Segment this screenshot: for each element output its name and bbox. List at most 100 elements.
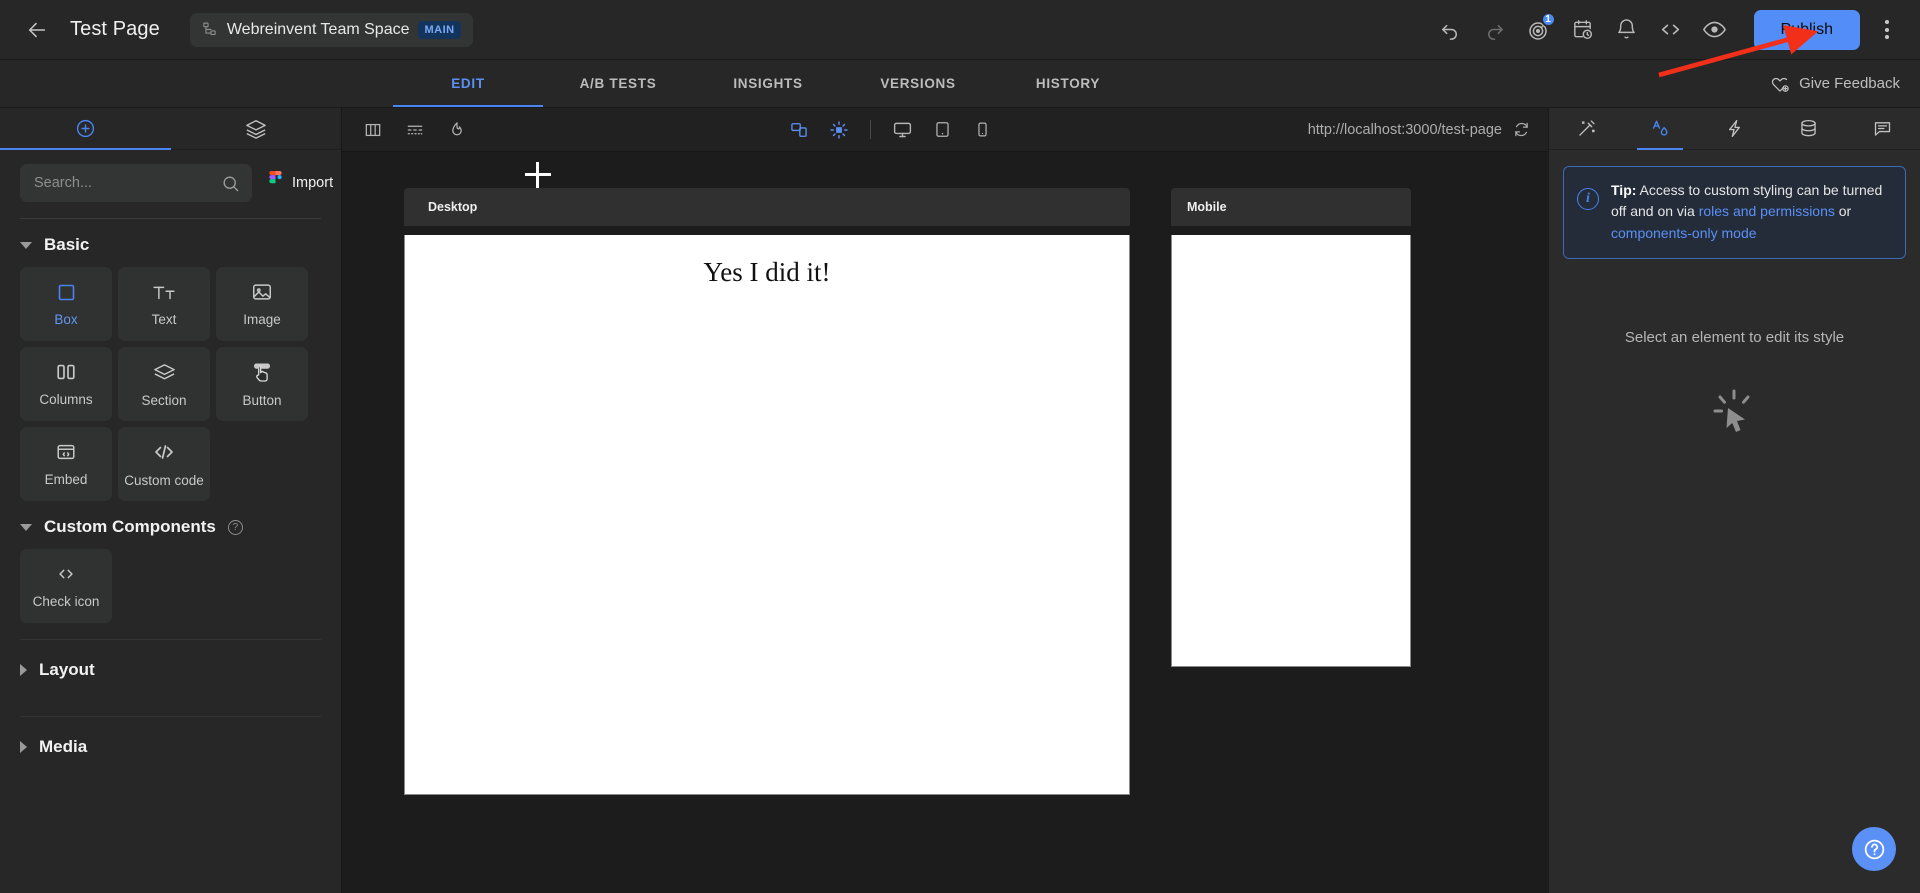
give-feedback-button[interactable]: Give Feedback	[1770, 60, 1900, 107]
refresh-button[interactable]	[1513, 121, 1530, 138]
preview-button[interactable]	[1696, 11, 1734, 49]
search-input[interactable]	[34, 175, 221, 191]
plus-circle-icon	[76, 119, 94, 138]
heatmap-button[interactable]	[440, 115, 474, 145]
canvas-frame-mobile[interactable]: Mobile	[1171, 188, 1411, 667]
columns-layout-button[interactable]	[356, 115, 390, 145]
section-header-layout[interactable]: Layout	[20, 639, 321, 700]
button-click-icon	[254, 363, 270, 382]
main-tab-bar: EDIT A/B TESTS INSIGHTS VERSIONS HISTORY…	[0, 60, 1920, 108]
redo-button[interactable]	[1476, 11, 1514, 49]
section-title-media: Media	[39, 737, 88, 756]
component-label: Columns	[39, 392, 93, 407]
notifications-button[interactable]	[1608, 11, 1646, 49]
roles-permissions-link[interactable]: roles and permissions	[1699, 203, 1835, 219]
desktop-view-button[interactable]	[885, 115, 919, 145]
figma-icon	[269, 171, 282, 184]
component-label: Image	[243, 312, 281, 327]
mobile-icon	[978, 122, 987, 137]
add-elements-tab[interactable]	[0, 108, 171, 150]
component-label: Button	[242, 393, 282, 408]
layers-tab[interactable]	[171, 108, 342, 149]
search-row: Import	[0, 150, 341, 214]
image-icon	[253, 284, 271, 300]
component-tile-section[interactable]: Section	[118, 347, 210, 421]
comments-tab[interactable]	[1846, 108, 1920, 149]
responsive-focus-button[interactable]	[822, 115, 856, 145]
tip-body-2: or	[1834, 203, 1852, 220]
canvas-region: http://localhost:3000/test-page Desktop …	[342, 108, 1548, 893]
component-tile-box[interactable]: Box	[20, 267, 112, 341]
tab-history[interactable]: HISTORY	[993, 60, 1143, 107]
component-tile-columns[interactable]: Columns	[20, 347, 112, 421]
section-header-basic[interactable]: Basic	[0, 219, 341, 267]
custom-components-grid: Check icon	[0, 549, 341, 623]
section-title-basic: Basic	[44, 235, 90, 254]
give-feedback-label: Give Feedback	[1799, 75, 1900, 92]
spacing-guides-button[interactable]	[398, 115, 432, 145]
design-tools-tab[interactable]	[1549, 108, 1623, 149]
more-options-button[interactable]	[1872, 11, 1902, 49]
component-tile-check-icon[interactable]: Check icon	[20, 549, 112, 623]
canvas-frame-desktop[interactable]: Desktop Yes I did it!	[404, 188, 1130, 795]
section-header-custom-components[interactable]: Custom Components ?	[0, 501, 341, 549]
undo-icon	[1442, 24, 1457, 40]
component-tile-image[interactable]: Image	[216, 267, 308, 341]
tablet-view-button[interactable]	[925, 115, 959, 145]
components-only-mode-link[interactable]: components-only mode	[1611, 225, 1757, 241]
square-icon	[58, 284, 74, 300]
team-space-selector[interactable]: Webreinvent Team Space MAIN	[189, 12, 473, 47]
search-icon	[223, 175, 239, 191]
undo-button[interactable]	[1432, 11, 1470, 49]
data-tab[interactable]	[1772, 108, 1846, 149]
branch-badge: MAIN	[418, 20, 461, 39]
mobile-view-button[interactable]	[965, 115, 999, 145]
canvas-toolbar-left	[356, 115, 474, 145]
canvas-url-text: http://localhost:3000/test-page	[1307, 121, 1502, 138]
layers-icon	[153, 363, 175, 379]
search-field-wrapper[interactable]	[20, 164, 252, 202]
schedule-button[interactable]	[1564, 11, 1602, 49]
tablet-icon	[936, 122, 949, 137]
canvas-viewport[interactable]: Desktop Yes I did it! Mobile	[342, 152, 1548, 893]
heart-plus-icon	[1771, 77, 1789, 92]
hierarchy-icon	[203, 22, 216, 36]
back-button[interactable]	[20, 13, 54, 47]
figma-import-label: Import	[292, 175, 334, 191]
goals-button[interactable]: 1	[1520, 11, 1558, 49]
team-space-name: Webreinvent Team Space	[226, 20, 410, 38]
interactions-tab[interactable]	[1697, 108, 1771, 149]
tab-insights[interactable]: INSIGHTS	[693, 60, 843, 107]
canvas-url-bar[interactable]: http://localhost:3000/test-page	[1308, 121, 1530, 138]
component-label: Custom code	[124, 473, 204, 488]
text-size-icon	[153, 286, 175, 299]
canvas-toolbar: http://localhost:3000/test-page	[342, 108, 1548, 152]
frame-label-desktop[interactable]: Desktop	[404, 188, 1130, 226]
main-body: Import Basic Box Text	[0, 108, 1920, 893]
left-sidebar: Import Basic Box Text	[0, 108, 342, 893]
page-heading[interactable]: Yes I did it!	[405, 257, 1129, 288]
code-button[interactable]	[1652, 11, 1690, 49]
tab-ab-tests[interactable]: A/B TESTS	[543, 60, 693, 107]
frame-label-mobile[interactable]: Mobile	[1171, 188, 1411, 226]
tabs-group: EDIT A/B TESTS INSIGHTS VERSIONS HISTORY	[393, 60, 1143, 107]
publish-button[interactable]: Publish	[1753, 9, 1860, 50]
tab-versions[interactable]: VERSIONS	[843, 60, 993, 107]
help-button[interactable]	[1852, 827, 1896, 871]
frame-content-desktop[interactable]: Yes I did it!	[404, 235, 1130, 795]
code-icon	[1661, 24, 1680, 35]
question-circle-icon[interactable]: ?	[227, 519, 243, 535]
calendar-clock-icon	[1574, 20, 1593, 40]
bell-icon	[1618, 19, 1635, 39]
component-tile-text[interactable]: Text	[118, 267, 210, 341]
tab-edit[interactable]: EDIT	[393, 60, 543, 107]
style-tab[interactable]	[1623, 108, 1697, 150]
section-header-media[interactable]: Media	[20, 716, 321, 777]
component-tile-embed[interactable]: Embed	[20, 427, 112, 501]
multi-device-button[interactable]	[782, 115, 816, 145]
figma-import-button[interactable]: Import	[266, 164, 335, 202]
styling-tip-text: Tip: Access to custom styling can be tur…	[1611, 180, 1891, 244]
component-tile-button[interactable]: Button	[216, 347, 308, 421]
frame-content-mobile[interactable]	[1171, 235, 1411, 667]
component-tile-custom-code[interactable]: Custom code	[118, 427, 210, 501]
